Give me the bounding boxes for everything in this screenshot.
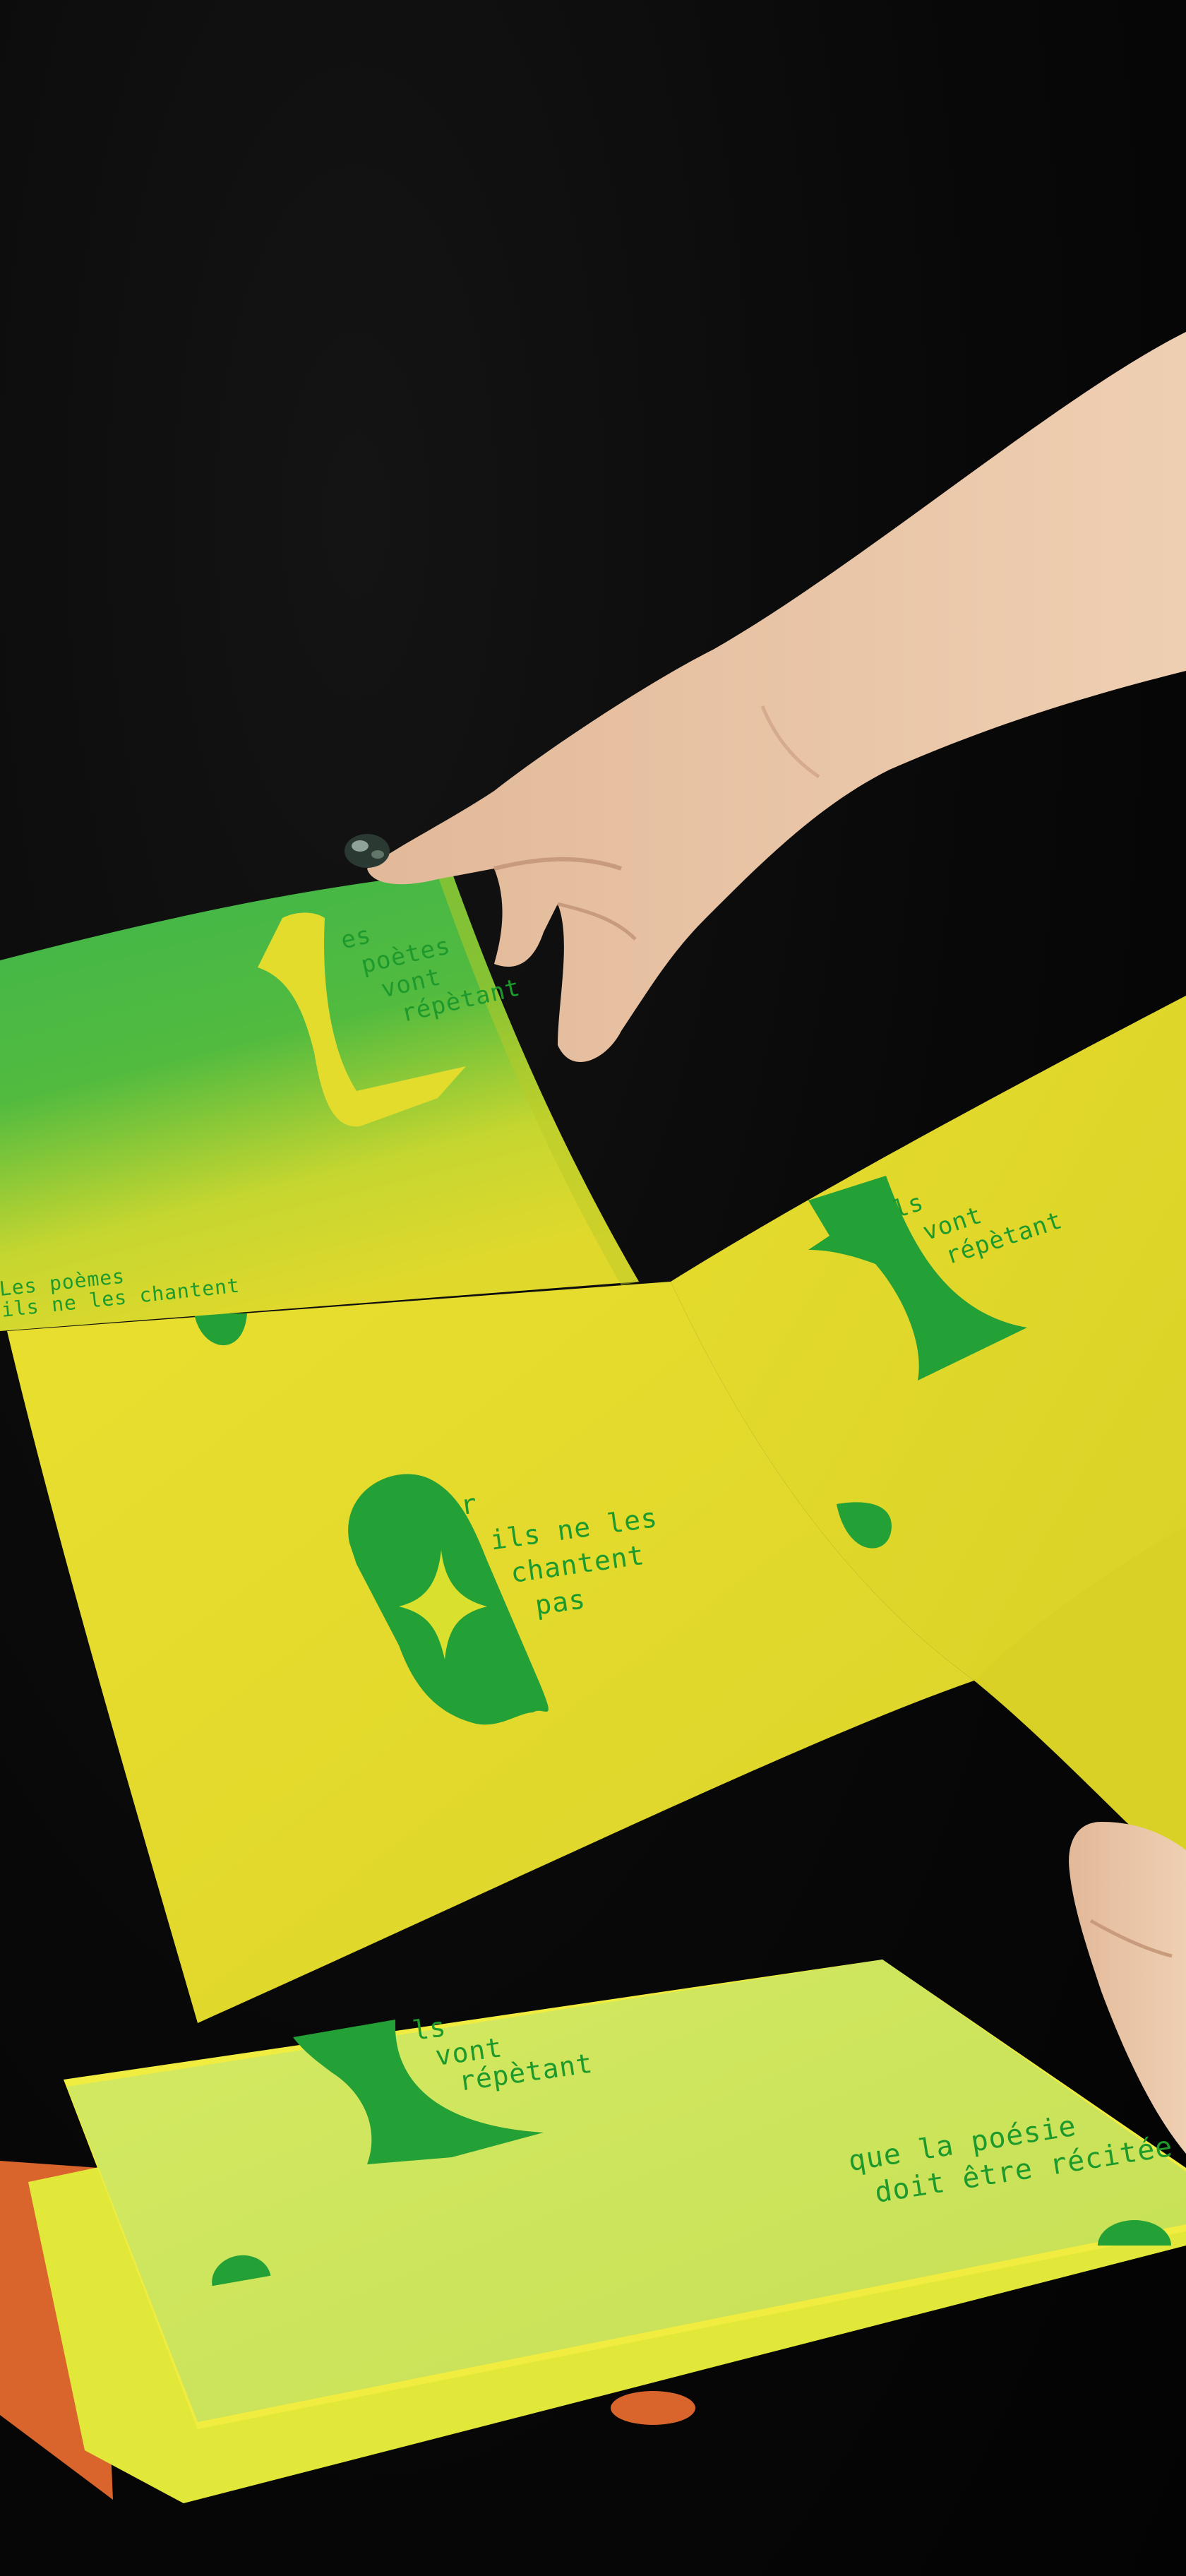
top-page: es poètes vont répètant Les poèmes ils n…	[0, 872, 639, 1331]
bottom-booklet: ls vont répètant que la poésie doit être…	[0, 1960, 1186, 2503]
photo-illustration: ls vont répètant que la poésie doit être…	[0, 332, 1186, 2503]
photo-scene: ls vont répètant que la poésie doit être…	[0, 0, 1186, 2576]
ring-icon	[345, 834, 390, 868]
